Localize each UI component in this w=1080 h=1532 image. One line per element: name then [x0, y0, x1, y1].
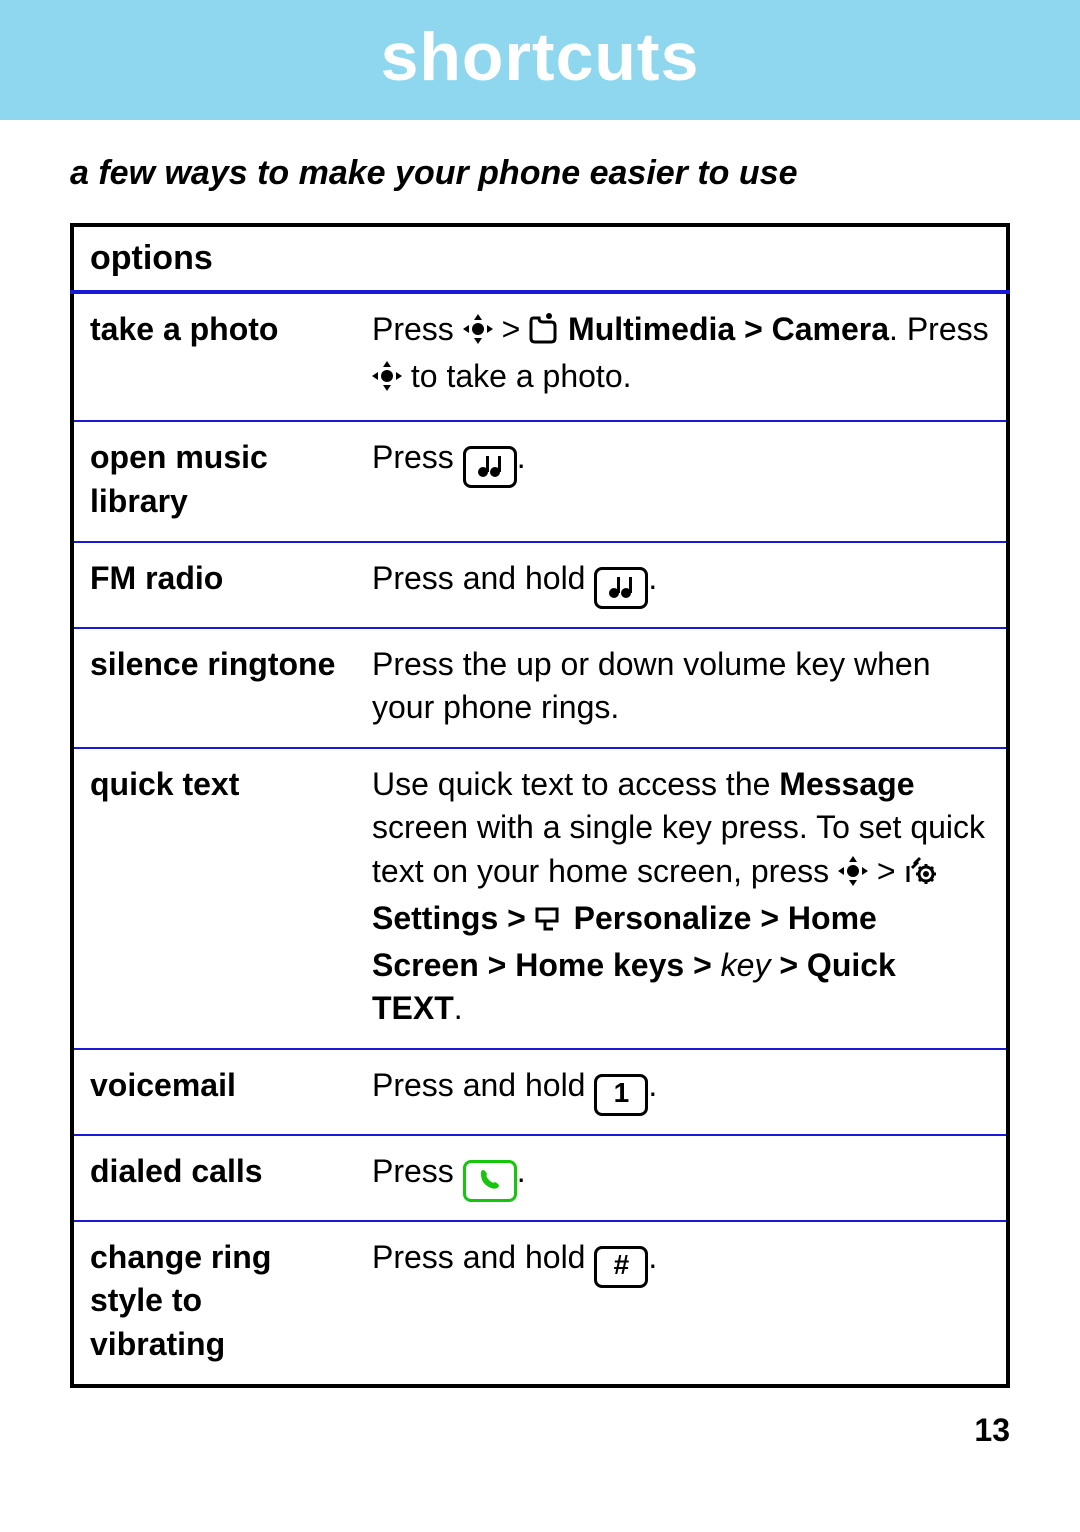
page-header: shortcuts [0, 0, 1080, 120]
row-desc: Press . [356, 1135, 1008, 1221]
music-key-icon [463, 446, 517, 488]
multimedia-icon [529, 312, 559, 355]
table-row: FM radio Press and hold . [72, 542, 1008, 628]
one-key-icon: 1 [594, 1074, 648, 1116]
hash-key-icon: # [594, 1246, 648, 1288]
table-header-row: options [72, 225, 1008, 292]
settings-icon [904, 854, 936, 897]
options-table: options take a photo Press > Multimedia … [70, 223, 1010, 1388]
row-desc: Press > Multimedia > Camera. Press to ta… [356, 292, 1008, 421]
nav-key-icon [372, 359, 402, 402]
page-title: shortcuts [0, 18, 1080, 96]
nav-key-icon [463, 312, 493, 355]
row-label: silence ringtone [72, 628, 356, 748]
row-label: take a photo [72, 292, 356, 421]
row-desc: Press and hold 1. [356, 1049, 1008, 1135]
row-label: FM radio [72, 542, 356, 628]
row-desc: Press . [356, 421, 1008, 541]
table-row: change ring style to vibrating Press and… [72, 1221, 1008, 1386]
nav-key-icon [838, 854, 868, 897]
table-header: options [72, 225, 1008, 292]
row-label: change ring style to vibrating [72, 1221, 356, 1386]
row-desc: Press the up or down volume key when you… [356, 628, 1008, 748]
row-label: voicemail [72, 1049, 356, 1135]
page-number: 13 [0, 1412, 1010, 1449]
table-row: quick text Use quick text to access the … [72, 748, 1008, 1049]
row-desc: Press and hold #. [356, 1221, 1008, 1386]
table-row: open music library Press . [72, 421, 1008, 541]
table-row: voicemail Press and hold 1. [72, 1049, 1008, 1135]
row-label: dialed calls [72, 1135, 356, 1221]
table-row: silence ringtone Press the up or down vo… [72, 628, 1008, 748]
page-subtitle: a few ways to make your phone easier to … [70, 154, 1010, 193]
personalize-icon [535, 901, 565, 944]
row-desc: Press and hold . [356, 542, 1008, 628]
music-key-icon [594, 567, 648, 609]
call-key-icon [463, 1160, 517, 1202]
table-row: dialed calls Press . [72, 1135, 1008, 1221]
row-label: quick text [72, 748, 356, 1049]
row-label: open music library [72, 421, 356, 541]
table-row: take a photo Press > Multimedia > Camera… [72, 292, 1008, 421]
row-desc: Use quick text to access the Message scr… [356, 748, 1008, 1049]
